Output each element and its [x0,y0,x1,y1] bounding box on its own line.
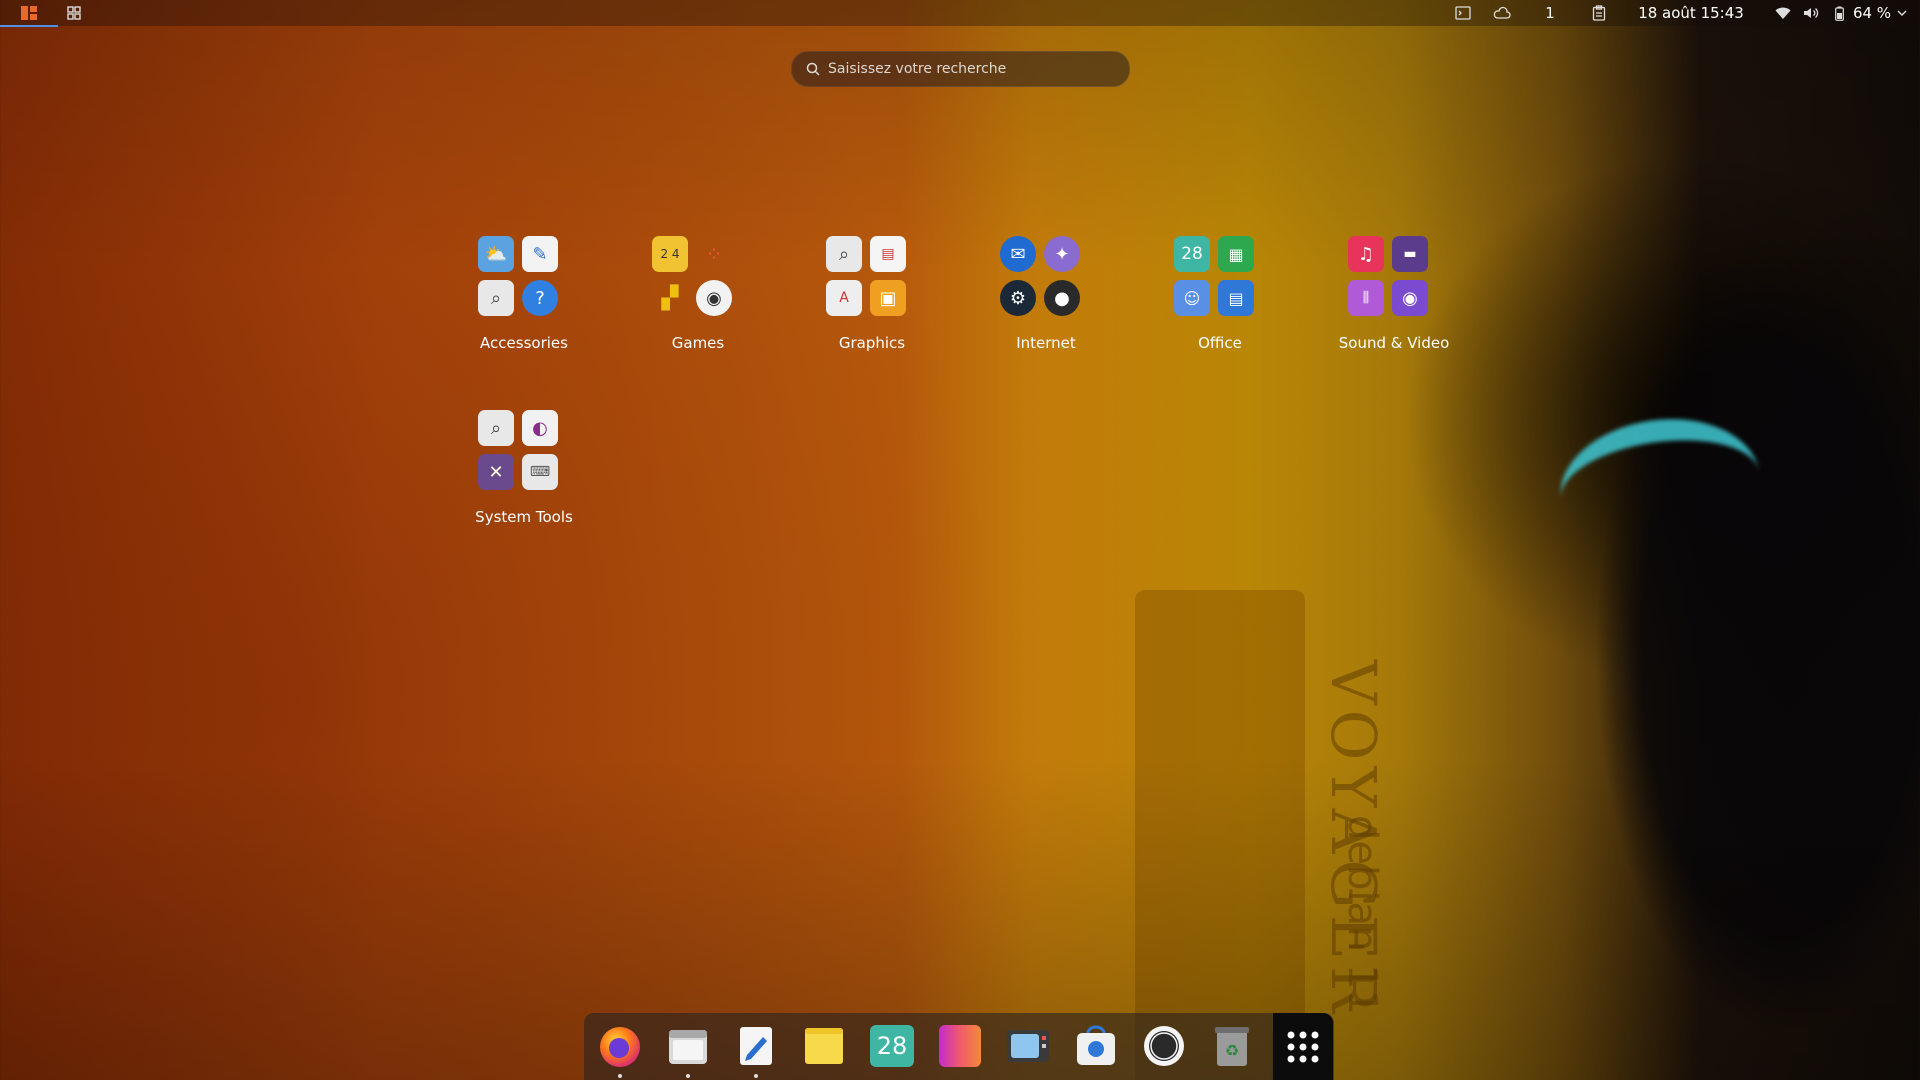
running-indicator [686,1074,690,1078]
workspaces-button[interactable] [62,0,86,26]
dock-files[interactable] [663,1021,713,1078]
folder-label: Internet [1016,334,1076,352]
running-indicator [618,1074,622,1078]
calendar-icon: 28 [870,1025,914,1067]
notes-icon [805,1028,843,1064]
folder-graphics[interactable]: ⌕ ▤ A ▣ Graphics [802,222,942,362]
battery-icon [1834,6,1844,21]
writer-icon: ▤ [1218,280,1254,316]
screenshot-icon [1007,1030,1049,1062]
dock-color-app[interactable] [935,1021,985,1071]
firefox-icon [600,1027,640,1067]
folder-internet[interactable]: ✉ ✦ ⚙ ● Internet [976,222,1116,362]
video-editor-icon: ▬ [1392,236,1428,272]
terminal-indicator[interactable] [1452,0,1474,26]
folder-sound-video[interactable]: ♫ ▬ ⫼ ◉ Sound & Video [1324,222,1464,362]
workspaces-grid-icon [67,6,81,20]
steam-icon: ⚙ [1000,280,1036,316]
folder-label: System Tools [475,508,573,526]
dots-game-icon: ⁘ [705,242,723,266]
weather-app-icon: ⛅ [478,236,514,272]
tweaks-icon: ◐ [522,410,558,446]
terminal-icon [1455,6,1471,20]
calendar-icon: 28 [1174,236,1210,272]
text-editor-icon: ✎ [522,236,558,272]
dock: 28 ♻ [584,1013,1334,1080]
text-editor-icon [740,1027,772,1065]
photo-app-icon: ▣ [870,280,906,316]
folder-label: Accessories [480,334,568,352]
search-app-icon: ⌕ [478,280,514,316]
search-icon [806,62,820,76]
color-app-icon [939,1025,981,1067]
show-apps-icon [1287,1031,1319,1062]
dock-calendar[interactable]: 28 [867,1021,917,1071]
active-indicator [0,25,58,27]
wifi-indicator[interactable] [1772,0,1794,26]
notification-counter[interactable]: 1 [1540,0,1560,26]
battery-indicator[interactable] [1832,0,1846,26]
wifi-icon [1775,7,1791,19]
clipboard-icon [1592,5,1606,21]
dock-firefox[interactable] [595,1021,645,1078]
folder-system-tools[interactable]: ⌕ ◐ ✕ ⌨ System Tools [454,396,594,536]
2048-icon: 2 4 [652,236,688,272]
folder-games[interactable]: 2 4 ⁘ ▞ ◉ Games [628,222,768,362]
search-placeholder: Saisissez votre recherche [828,61,1007,77]
dock-trash[interactable]: ♻ [1207,1021,1257,1071]
tor-icon: ● [1044,280,1080,316]
font-viewer-icon: A [826,280,862,316]
software-store-icon [1077,1025,1115,1065]
tetris-icon: ▞ [661,285,679,311]
camera-icon: ◉ [1392,280,1428,316]
folder-accessories[interactable]: ⛅ ✎ ⌕ ? Accessories [454,222,594,362]
top-bar: 1 18 août 15:43 64 % [0,0,1920,27]
help-icon: ? [522,280,558,316]
folder-office[interactable]: 28 ▦ ☺ ▤ Office [1150,222,1290,362]
volume-indicator[interactable] [1800,0,1822,26]
folder-label: Office [1198,334,1242,352]
trash-icon: ♻ [1215,1027,1249,1066]
spreadsheet-icon: ▦ [1218,236,1254,272]
folder-label: Graphics [838,334,906,352]
audio-recorder-icon: ⫼ [1348,280,1384,316]
chevron-down-icon [1897,10,1907,16]
image-viewer-icon: ⌕ [826,236,862,272]
wallpaper-subtitle: debian 11 [1339,815,1385,1015]
disk-usage-icon: ⌕ [478,410,514,446]
contacts-icon: ☺ [1174,280,1210,316]
clipboard-indicator[interactable] [1588,0,1610,26]
music-icon: ♫ [1348,236,1384,272]
volume-icon [1804,8,1819,18]
document-viewer-icon: ▤ [870,236,906,272]
battery-percentage: 64 % [1852,4,1892,22]
screen-settings-icon: ✕ [478,454,514,490]
activities-button[interactable] [0,0,58,27]
dock-notes[interactable] [799,1021,849,1071]
dock-screenshot[interactable] [1003,1021,1053,1071]
files-icon [669,1030,707,1064]
folder-label: Sound & Video [1338,334,1450,352]
folder-label: Games [671,334,725,352]
svg-text:♻: ♻ [1225,1041,1239,1060]
dock-text-editor[interactable] [731,1021,781,1078]
thunderbird-icon: ✉ [1000,236,1036,272]
show-apps-button[interactable] [1273,1013,1333,1080]
system-menu-button[interactable] [1894,0,1910,26]
wallpaper-shade [0,0,1920,1080]
search-input[interactable]: Saisissez votre recherche [791,51,1130,87]
activities-icon [21,6,37,20]
weather-icon [1493,6,1511,19]
pidgin-icon: ✦ [1044,236,1080,272]
dock-circle-app[interactable] [1139,1021,1189,1071]
clock[interactable]: 18 août 15:43 [1636,0,1746,26]
robot-game-icon: ◉ [696,280,732,316]
dock-software-store[interactable] [1071,1021,1121,1071]
weather-indicator[interactable] [1490,0,1514,26]
keyboard-icon: ⌨ [522,454,558,490]
running-indicator [754,1074,758,1078]
circle-app-icon [1144,1026,1184,1066]
